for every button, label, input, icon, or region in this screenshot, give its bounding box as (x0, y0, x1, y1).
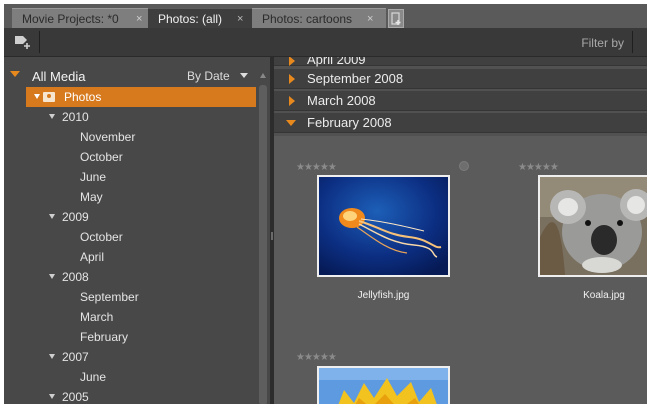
star-rating[interactable]: ★★★★★ (296, 352, 337, 363)
chevron-down-icon[interactable] (240, 73, 248, 78)
tree-item-label: May (80, 190, 103, 204)
tree-item-month[interactable]: June (4, 167, 256, 187)
photo-folder-icon (43, 92, 55, 102)
tree-item-month[interactable]: June (4, 367, 256, 387)
info-icon[interactable] (459, 161, 469, 171)
thumbnail-jellyfish[interactable] (317, 175, 450, 277)
tree-item-label: October (80, 230, 123, 244)
tree-item-month[interactable]: November (4, 127, 256, 147)
tab-close-icon[interactable]: × (367, 9, 373, 29)
toolbar-divider (632, 31, 633, 53)
thumbnail-koala[interactable] (538, 175, 647, 277)
group-label: September 2008 (307, 71, 404, 86)
tree-item-label: 2010 (62, 110, 89, 124)
tab-label: Photos: cartoons (262, 12, 353, 26)
group-header[interactable]: March 2008 (274, 91, 647, 111)
tab-label: Movie Projects: *0 (22, 12, 119, 26)
expand-arrow-icon[interactable] (49, 274, 55, 279)
tree-item-month[interactable]: February (4, 327, 256, 347)
thumbnail-flower[interactable] (317, 366, 450, 404)
tag-add-button[interactable] (14, 34, 32, 50)
tab-close-icon[interactable]: × (136, 9, 142, 29)
expand-arrow-icon[interactable] (289, 74, 295, 84)
scroll-up-icon[interactable] (260, 73, 266, 78)
media-browser-panel: April 2009 September 2008 March 2008 Feb… (274, 57, 647, 404)
tree-item-photos[interactable]: Photos (26, 87, 256, 107)
expand-arrow-icon[interactable] (289, 57, 295, 66)
group-header[interactable]: April 2009 (274, 57, 647, 67)
thumbnail-caption: Jellyfish.jpg (357, 290, 410, 301)
tree-item-label: 2009 (62, 210, 89, 224)
toolbar: Filter by (4, 28, 647, 57)
tree-item-month[interactable]: March (4, 307, 256, 327)
tree-item-label: February (80, 330, 129, 344)
expand-arrow-icon[interactable] (49, 394, 55, 399)
group-header[interactable]: February 2008 (274, 113, 647, 133)
library-tree-panel: All Media By Date Photos 2010 November O… (4, 57, 270, 404)
tree-item-label: 2005 (62, 390, 89, 404)
tree-item-year[interactable]: 2005 (4, 387, 256, 404)
tree-item-label: April (80, 250, 105, 264)
tree-item-month[interactable]: April (4, 247, 256, 267)
tree-item-label: June (80, 370, 107, 384)
tree-item-label: 2007 (62, 350, 89, 364)
tree-scrollbar[interactable] (258, 71, 268, 404)
tab-photos-cartoons[interactable]: Photos: cartoons × (252, 8, 386, 28)
toolbar-divider (39, 31, 40, 53)
tree-item-month[interactable]: October (4, 147, 256, 167)
expand-arrow-icon[interactable] (49, 114, 55, 119)
all-media-title[interactable]: All Media (32, 69, 85, 84)
tree-item-month[interactable]: September (4, 287, 256, 307)
sort-dropdown[interactable]: By Date (187, 69, 230, 83)
tree-header: All Media By Date (4, 65, 270, 85)
tree-item-year[interactable]: 2009 (4, 207, 256, 227)
splitter-grip[interactable] (271, 232, 273, 240)
thumbnail-grid: ★★★★★ Jellyfish.jpg ★★★★★ Koala.jpg ★★★★… (274, 136, 647, 404)
tree-item-year[interactable]: 2007 (4, 347, 256, 367)
new-tab-icon (391, 12, 401, 25)
tab-bar: Movie Projects: *0 × Photos: (all) × Pho… (4, 4, 647, 28)
tree-item-label: 2008 (62, 270, 89, 284)
tab-close-icon[interactable]: × (237, 9, 243, 29)
tree-item-month[interactable]: May (4, 187, 256, 207)
group-label: March 2008 (307, 93, 376, 108)
tree-item-year[interactable]: 2008 (4, 267, 256, 287)
jellyfish-image (319, 177, 448, 275)
group-label: February 2008 (307, 115, 392, 130)
group-header[interactable]: September 2008 (274, 69, 647, 89)
flower-image (319, 368, 448, 404)
expand-arrow-icon[interactable] (289, 96, 295, 106)
tree-item-month[interactable]: October (4, 227, 256, 247)
koala-image (540, 177, 647, 275)
star-rating[interactable]: ★★★★★ (518, 162, 559, 173)
tree-item-label: March (80, 310, 114, 324)
new-tab-button[interactable] (388, 9, 404, 28)
thumbnail-caption: Koala.jpg (583, 290, 625, 301)
collapse-arrow-icon[interactable] (10, 71, 20, 77)
tree-item-label: October (80, 150, 123, 164)
expand-arrow-icon[interactable] (34, 94, 40, 99)
filter-by-label[interactable]: Filter by (581, 36, 624, 50)
tree-item-label: November (80, 130, 136, 144)
tree-item-label: September (80, 290, 139, 304)
expand-arrow-icon[interactable] (49, 214, 55, 219)
tree-item-label: June (80, 170, 107, 184)
tree-item-label: Photos (64, 90, 102, 104)
tab-movie-projects[interactable]: Movie Projects: *0 × (12, 8, 148, 28)
tree-item-year[interactable]: 2010 (4, 107, 256, 127)
scrollbar-thumb[interactable] (259, 85, 267, 404)
star-rating[interactable]: ★★★★★ (296, 162, 337, 173)
tab-photos-all[interactable]: Photos: (all) × (148, 8, 252, 28)
expand-arrow-icon[interactable] (49, 354, 55, 359)
tab-label: Photos: (all) (158, 12, 223, 26)
tag-add-icon (15, 36, 30, 49)
collapse-arrow-icon[interactable] (286, 120, 296, 126)
